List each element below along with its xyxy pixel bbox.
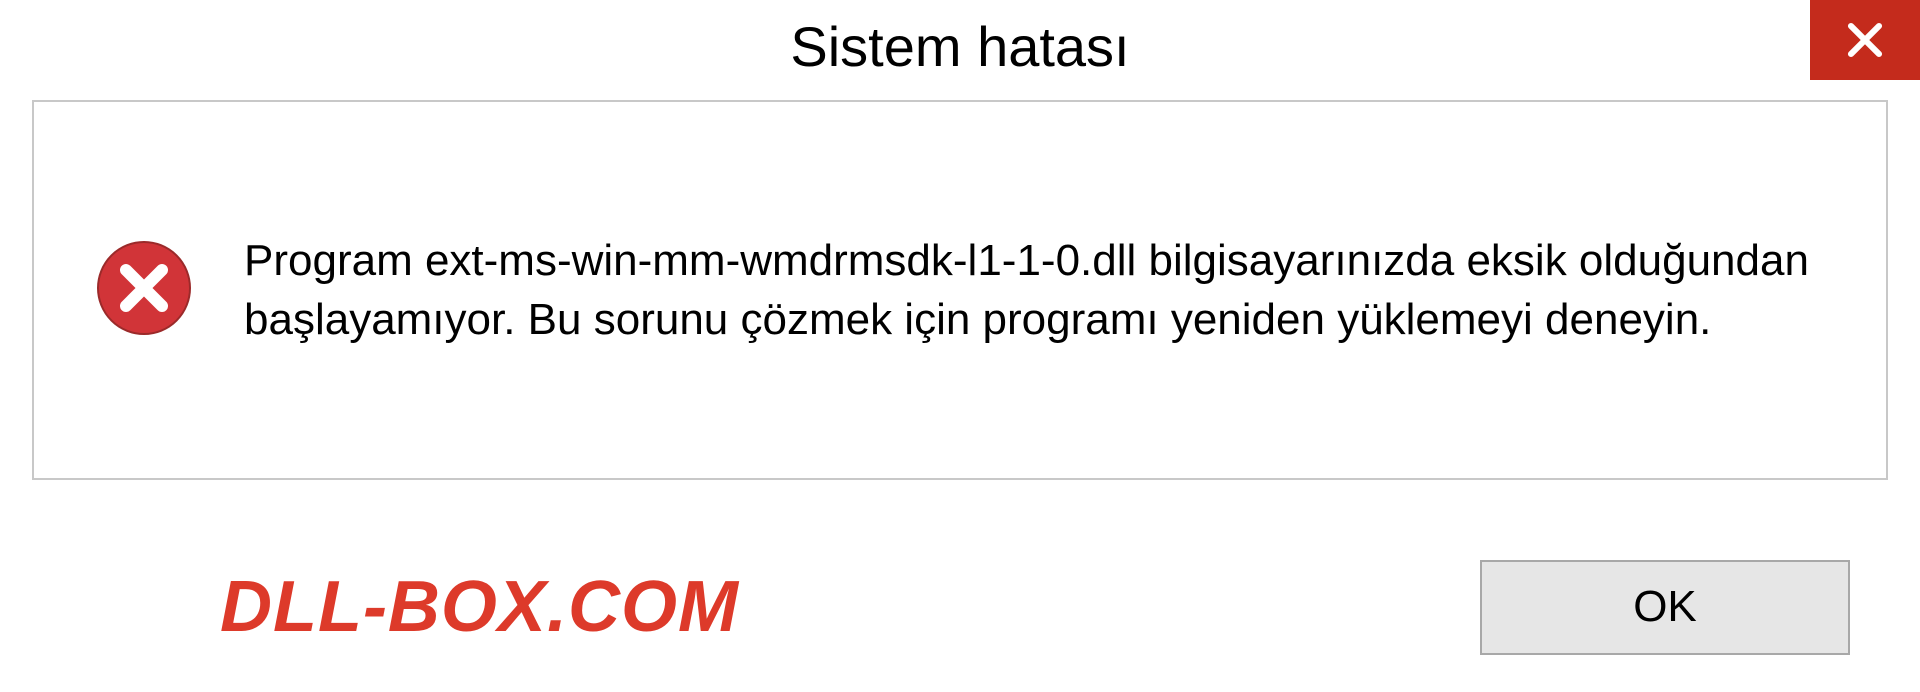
error-message: Program ext-ms-win-mm-wmdrmsdk-l1-1-0.dl…: [244, 231, 1826, 350]
watermark-text: DLL-BOX.COM: [220, 566, 739, 648]
error-icon-container: [94, 238, 194, 343]
titlebar: Sistem hatası: [0, 0, 1920, 92]
dialog-content: Program ext-ms-win-mm-wmdrmsdk-l1-1-0.dl…: [32, 100, 1888, 480]
ok-button-label: OK: [1633, 582, 1697, 632]
dialog-title: Sistem hatası: [790, 14, 1129, 79]
ok-button[interactable]: OK: [1480, 560, 1850, 655]
error-icon: [94, 238, 194, 338]
close-button[interactable]: [1810, 0, 1920, 80]
close-icon: [1844, 19, 1886, 61]
dialog-footer: DLL-BOX.COM OK: [0, 552, 1920, 662]
